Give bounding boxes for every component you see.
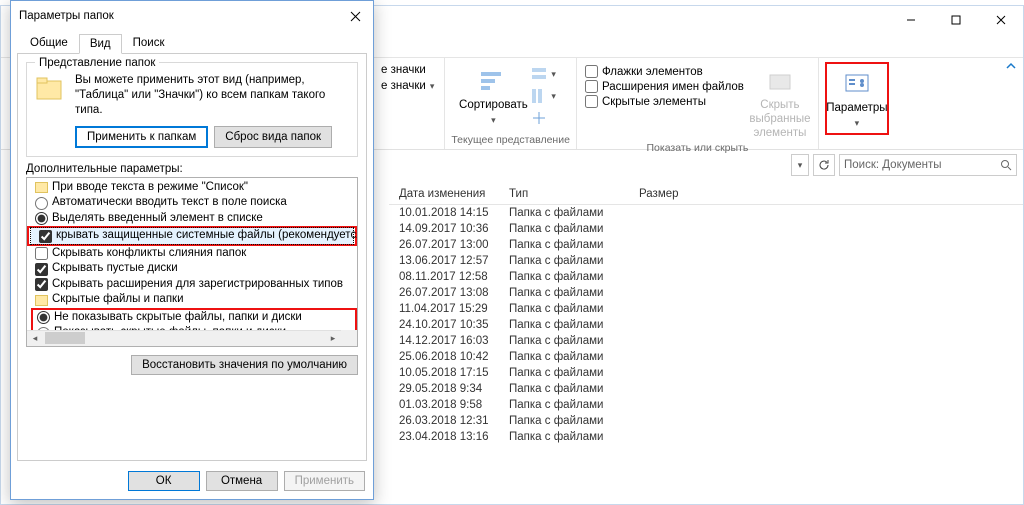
sort-button[interactable]: Сортировать ▾	[461, 62, 525, 126]
table-row[interactable]: 29.05.2018 9:34Папка с файлами	[389, 381, 1023, 397]
table-row[interactable]: 11.04.2017 15:29Папка с файлами	[389, 301, 1023, 317]
restore-defaults-button[interactable]: Восстановить значения по умолчанию	[131, 355, 358, 375]
chevron-down-icon: ▾	[798, 160, 803, 171]
ribbon-collapse-icon[interactable]	[1005, 58, 1023, 149]
folder-options-dialog: Параметры папок Общие Вид Поиск Представ…	[10, 0, 374, 500]
tab-view[interactable]: Вид	[79, 34, 122, 54]
tree-horiz-scroll[interactable]: ◂ ▸	[27, 330, 341, 346]
ok-button[interactable]: ОК	[128, 471, 200, 491]
cancel-button[interactable]: Отмена	[206, 471, 278, 491]
dialog-title: Параметры папок	[19, 10, 114, 22]
tree-group-hidden: Скрытые файлы и папки	[33, 292, 355, 308]
dialog-close-button[interactable]	[337, 1, 373, 31]
tree-radio-selecttyped[interactable]: Выделять введенный элемент в списке	[33, 211, 355, 227]
folder-icon	[35, 182, 48, 193]
tree-group-listmode: При вводе текста в режиме "Список"	[33, 180, 355, 196]
refresh-button[interactable]	[813, 154, 835, 176]
layout-icons-label: е значки	[381, 80, 426, 92]
folderviews-fieldset: Представление папок Вы можете применить …	[26, 62, 358, 157]
folderviews-legend: Представление папок	[35, 57, 159, 69]
apply-button[interactable]: Применить	[284, 471, 365, 491]
table-row[interactable]: 10.01.2018 14:15Папка с файлами	[389, 205, 1023, 221]
table-row[interactable]: 14.12.2017 16:03Папка с файлами	[389, 333, 1023, 349]
sort-label: Сортировать	[459, 99, 528, 113]
additional-label: Дополнительные параметры:	[26, 163, 358, 175]
table-row[interactable]: 08.11.2017 12:58Папка с файлами	[389, 269, 1023, 285]
reset-folder-view-button[interactable]: Сброс вида папок	[214, 126, 332, 148]
table-row[interactable]: 23.04.2018 13:16Папка с файлами	[389, 429, 1023, 445]
add-columns-button[interactable]: ▾	[527, 86, 560, 106]
chk-item-flags-label: Флажки элементов	[602, 66, 703, 78]
chevron-down-icon: ▾	[430, 81, 435, 92]
folder-icon	[35, 295, 48, 306]
table-row[interactable]: 01.03.2018 9:58Папка с файлами	[389, 397, 1023, 413]
col-date-header[interactable]: Дата изменения	[399, 188, 509, 200]
close-button[interactable]	[978, 6, 1023, 34]
tree-radio-autotype[interactable]: Автоматически вводить текст в поле поиск…	[33, 195, 355, 211]
options-button[interactable]: Параметры ▾	[825, 62, 889, 135]
tree-chk-hide-merge[interactable]: Скрывать конфликты слияния папок	[33, 246, 355, 262]
hide-selected-label: Скрыть выбранные элементы	[749, 99, 810, 140]
chevron-down-icon: ▾	[855, 118, 860, 129]
tree-radio-notshow[interactable]: Не показывать скрытые файлы, папки и дис…	[35, 310, 353, 326]
table-row[interactable]: 25.06.2018 10:42Папка с файлами	[389, 349, 1023, 365]
options-label: Параметры	[826, 102, 887, 116]
layout-small-icons[interactable]: е значки	[377, 62, 438, 78]
table-row[interactable]: 24.10.2017 10:35Папка с файлами	[389, 317, 1023, 333]
layout-icons[interactable]: е значки ▾	[377, 78, 438, 94]
search-icon	[1000, 159, 1012, 171]
table-row[interactable]: 26.07.2017 13:00Папка с файлами	[389, 237, 1023, 253]
tree-chk-hide-protected[interactable]: крывать защищенные системные файлы (реко…	[31, 228, 353, 244]
folderviews-icon	[35, 73, 69, 103]
max-button[interactable]	[933, 6, 978, 34]
chevron-down-icon: ▾	[551, 91, 556, 102]
table-row[interactable]: 14.09.2017 10:36Папка с файлами	[389, 221, 1023, 237]
grid-header[interactable]: Дата изменения Тип Размер	[389, 184, 1023, 205]
tree-chk-hide-empty[interactable]: Скрывать пустые диски	[33, 261, 355, 277]
group-label-view: Текущее представление	[451, 132, 570, 149]
folderviews-desc: Вы можете применить этот вид (например, …	[75, 73, 349, 118]
chk-item-flags[interactable]: Флажки элементов	[583, 64, 746, 79]
options-icon	[841, 68, 873, 100]
hide-selected-button: Скрыть выбранные элементы	[748, 62, 812, 140]
table-row[interactable]: 26.07.2017 13:08Папка с файлами	[389, 285, 1023, 301]
tab-search[interactable]: Поиск	[122, 33, 176, 53]
search-placeholder: Поиск: Документы	[844, 159, 942, 171]
apply-to-folders-button[interactable]: Применить к папкам	[75, 126, 208, 148]
chevron-down-icon: ▾	[551, 69, 556, 80]
dialog-titlebar: Параметры папок	[11, 1, 373, 31]
table-row[interactable]: 10.05.2018 17:15Папка с файлами	[389, 365, 1023, 381]
min-button[interactable]	[888, 6, 933, 34]
file-grid: Дата изменения Тип Размер 10.01.2018 14:…	[371, 180, 1023, 504]
group-by-button[interactable]: ▾	[527, 64, 560, 84]
size-all-button[interactable]	[527, 108, 560, 128]
table-row[interactable]: 26.03.2018 12:31Папка с файлами	[389, 413, 1023, 429]
dialog-tabs: Общие Вид Поиск	[11, 31, 373, 53]
tab-general[interactable]: Общие	[19, 33, 79, 53]
layout-small-icons-label: е значки	[381, 64, 426, 76]
sort-icon	[477, 65, 509, 97]
tree-chk-hide-ext[interactable]: Скрывать расширения для зарегистрированн…	[33, 277, 355, 293]
col-type-header[interactable]: Тип	[509, 188, 639, 200]
hide-icon	[764, 65, 796, 97]
advanced-settings-tree[interactable]: При вводе текста в режиме "Список" Автом…	[26, 177, 358, 347]
chk-file-ext-label: Расширения имен файлов	[602, 81, 744, 93]
search-input[interactable]: Поиск: Документы	[839, 154, 1017, 176]
col-size-header[interactable]: Размер	[639, 188, 719, 200]
chevron-down-icon: ▾	[491, 115, 496, 126]
chk-file-ext[interactable]: Расширения имен файлов	[583, 79, 746, 94]
chk-hidden-items[interactable]: Скрытые элементы	[583, 94, 746, 109]
table-row[interactable]: 13.06.2017 12:57Папка с файлами	[389, 253, 1023, 269]
address-history-dd[interactable]: ▾	[791, 154, 809, 176]
chk-hidden-items-label: Скрытые элементы	[602, 96, 706, 108]
